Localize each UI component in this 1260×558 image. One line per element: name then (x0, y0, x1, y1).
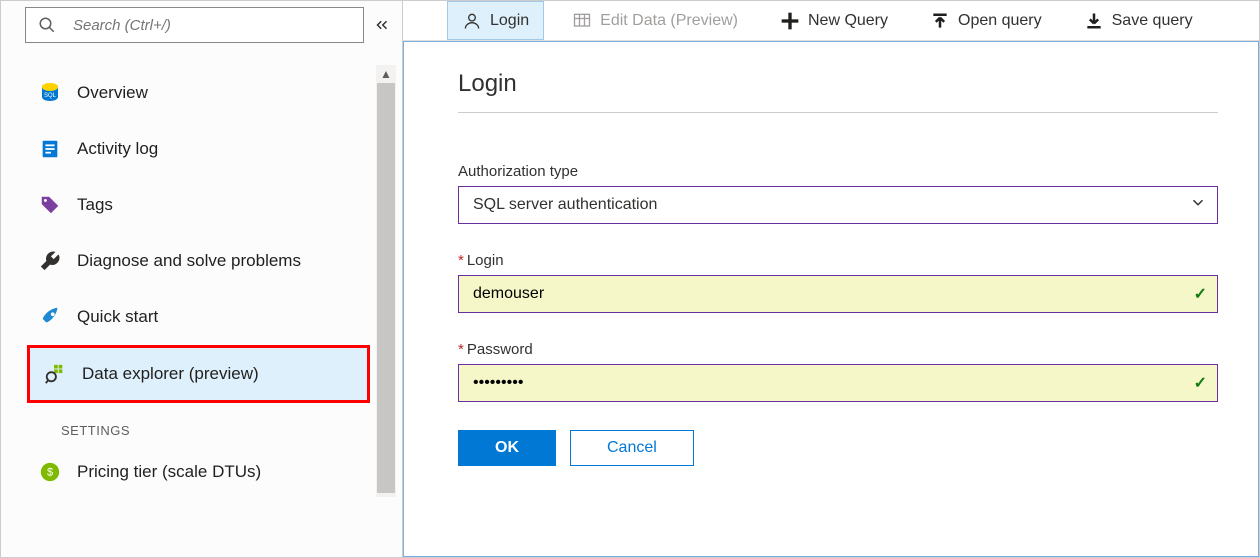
search-icon (36, 12, 59, 38)
data-explorer-icon (42, 361, 68, 387)
login-panel: Login Authorization type SQL server auth… (404, 42, 1258, 486)
button-label: Open query (958, 12, 1042, 30)
person-icon (462, 11, 482, 31)
ok-button[interactable]: OK (458, 430, 556, 466)
password-field[interactable]: ✓ (458, 364, 1218, 402)
login-input[interactable] (473, 285, 1173, 303)
scroll-up-icon[interactable]: ▲ (376, 65, 396, 83)
plus-icon (780, 11, 800, 31)
button-label: New Query (808, 12, 888, 30)
sidebar-scrollbar[interactable]: ▲ (376, 65, 396, 497)
table-edit-icon (572, 11, 592, 31)
log-icon (37, 136, 63, 162)
password-input[interactable] (473, 374, 1173, 392)
required-star-icon: * (458, 252, 464, 269)
sidebar-item-pricing-tier[interactable]: $ Pricing tier (scale DTUs) (25, 444, 362, 500)
sidebar-item-label: Pricing tier (scale DTUs) (77, 462, 261, 482)
sidebar-item-label: Data explorer (preview) (82, 364, 259, 384)
tag-icon (37, 192, 63, 218)
svg-text:$: $ (47, 467, 53, 479)
select-value: SQL server authentication (473, 196, 657, 214)
sidebar-item-quickstart[interactable]: Quick start (25, 289, 362, 345)
new-query-button[interactable]: New Query (766, 1, 902, 40)
search-box[interactable] (25, 7, 364, 43)
tab-label: Edit Data (Preview) (600, 12, 738, 30)
sidebar-item-data-explorer[interactable]: Data explorer (preview) (27, 345, 370, 403)
sidebar-item-label: Activity log (77, 139, 158, 159)
login-label: *Login (458, 252, 1218, 269)
svg-text:SQL: SQL (44, 93, 57, 99)
sidebar-item-overview[interactable]: SQL Overview (25, 65, 362, 121)
panel-title: Login (458, 70, 1218, 113)
settings-heading: SETTINGS (25, 403, 362, 444)
collapse-sidebar-button[interactable] (364, 16, 400, 34)
password-label: *Password (458, 341, 1218, 358)
tab-edit-data: Edit Data (Preview) (558, 1, 752, 40)
sidebar-item-activity-log[interactable]: Activity log (25, 121, 362, 177)
sidebar-item-label: Tags (77, 195, 113, 215)
sql-db-icon: SQL (37, 80, 63, 106)
rocket-icon (37, 304, 63, 330)
pricing-icon: $ (37, 459, 63, 485)
sidebar-item-label: Overview (77, 83, 148, 103)
save-query-button[interactable]: Save query (1070, 1, 1207, 40)
sidebar-item-diagnose[interactable]: Diagnose and solve problems (25, 233, 362, 289)
save-icon (1084, 11, 1104, 31)
tab-login[interactable]: Login (447, 1, 544, 40)
main-panel: Login Edit Data (Preview) New Query Open… (403, 1, 1259, 557)
tab-label: Login (490, 12, 529, 30)
checkmark-icon: ✓ (1194, 373, 1207, 393)
auth-type-select[interactable]: SQL server authentication (458, 186, 1218, 224)
search-input[interactable] (73, 17, 353, 34)
checkmark-icon: ✓ (1194, 284, 1207, 304)
wrench-icon (37, 248, 63, 274)
open-query-button[interactable]: Open query (916, 1, 1056, 40)
sidebar-item-label: Quick start (77, 307, 158, 327)
toolbar: Login Edit Data (Preview) New Query Open… (403, 1, 1259, 41)
button-label: Save query (1112, 12, 1193, 30)
login-field[interactable]: ✓ (458, 275, 1218, 313)
chevron-down-icon (1189, 194, 1207, 217)
required-star-icon: * (458, 341, 464, 358)
open-icon (930, 11, 950, 31)
scrollbar-thumb[interactable] (377, 83, 395, 493)
sidebar: SQL Overview Activity log Tags (1, 1, 403, 557)
sidebar-item-label: Diagnose and solve problems (77, 251, 301, 271)
auth-type-label: Authorization type (458, 163, 1218, 180)
cancel-button[interactable]: Cancel (570, 430, 694, 466)
sidebar-item-tags[interactable]: Tags (25, 177, 362, 233)
